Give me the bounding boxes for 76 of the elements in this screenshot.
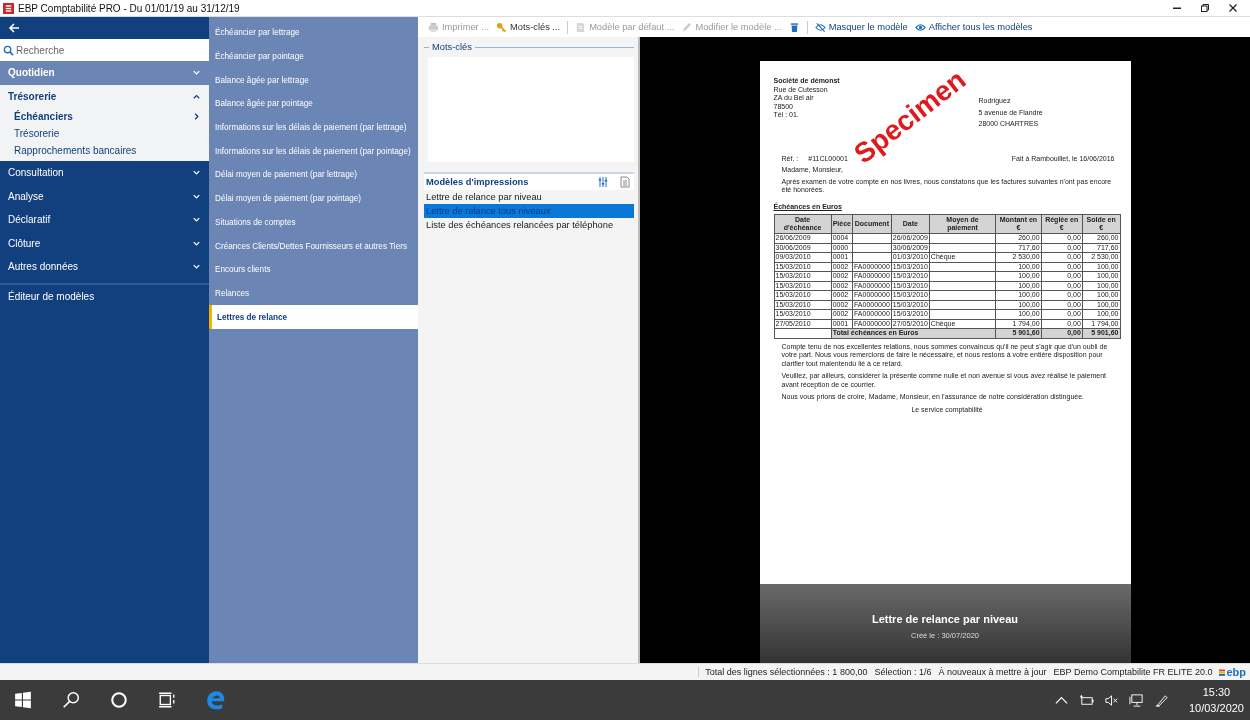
- network-icon[interactable]: [1128, 692, 1144, 708]
- clock-date[interactable]: 10/03/2020: [1188, 700, 1244, 716]
- clock-time[interactable]: 15:30: [1202, 684, 1231, 700]
- task-view-icon[interactable]: [158, 691, 176, 709]
- search-icon: [3, 44, 14, 56]
- sidebar-section[interactable]: Analyse: [0, 184, 209, 208]
- submenu-item[interactable]: Balance âgée par lettrage: [209, 68, 418, 93]
- chevron-icon: [192, 215, 201, 225]
- table-cell: [929, 271, 996, 281]
- submenu-item[interactable]: Créances Clients/Dettes Fournisseurs et autres Tiers: [209, 234, 418, 258]
- restore-icon[interactable]: [1200, 3, 1210, 13]
- pen-icon[interactable]: [1153, 692, 1169, 708]
- table-cell: [929, 243, 996, 253]
- status-text: À nouveaux à mettre à jour: [938, 667, 1047, 677]
- battery-icon[interactable]: [1078, 692, 1094, 708]
- windows-icon[interactable]: [14, 691, 32, 709]
- submenu-item[interactable]: Échéancier par pointage: [209, 44, 418, 69]
- sidebar-section[interactable]: Quotidien: [0, 61, 209, 85]
- toolbar-button[interactable]: Afficher tous les modèles: [912, 21, 1035, 33]
- chevron-icon: [192, 168, 201, 178]
- circle-icon[interactable]: [110, 691, 128, 709]
- close-icon[interactable]: [1228, 3, 1238, 13]
- search-icon[interactable]: [62, 691, 80, 709]
- window-title: EBP Comptabilité PRO - Du 01/01/19 au 31/12/19: [18, 2, 240, 14]
- submenu-item[interactable]: Délai moyen de paiement (par lettrage): [209, 163, 418, 187]
- ebp-logo: ebp: [1219, 666, 1246, 678]
- table-cell: [929, 233, 996, 243]
- status-text: EBP Demo Comptabilite FR ELITE 20.0: [1053, 667, 1213, 677]
- search-input[interactable]: Recherche: [14, 44, 198, 56]
- toolbar-button[interactable]: Mots-clés ...: [494, 21, 563, 33]
- table-cell: [852, 233, 892, 243]
- sidebar-section[interactable]: Trésorerie: [0, 84, 209, 108]
- back-arrow-icon[interactable]: [8, 22, 20, 34]
- sidebar-item[interactable]: Trésorerie: [0, 125, 209, 142]
- model-list-item[interactable]: Lettre de relance par niveau: [424, 190, 634, 204]
- table-cell: [852, 243, 892, 253]
- sidebar-section[interactable]: Consultation: [0, 161, 209, 185]
- trash-icon: [788, 21, 800, 33]
- sidebar-section[interactable]: Autres données: [0, 255, 209, 279]
- toolbar-button[interactable]: Masquer le modèle: [812, 21, 910, 33]
- panel-title: Modèles d'impressions: [426, 177, 530, 187]
- key-icon: [496, 21, 507, 33]
- model-list-item[interactable]: Liste des échéances relancées par téléphone: [424, 218, 634, 232]
- table-cell: [929, 300, 996, 310]
- sidebar-section[interactable]: Clôture: [0, 231, 209, 255]
- eye-slash-icon: [814, 21, 826, 33]
- submenu-item[interactable]: Relances: [209, 281, 418, 306]
- status-text: Sélection : 1/6: [874, 667, 932, 677]
- submenu-item[interactable]: Informations sur les délais de paiement (par lettrage): [209, 115, 418, 140]
- pencil-icon: [681, 21, 693, 33]
- table-cell: [929, 281, 996, 291]
- submenu-item[interactable]: Encours clients: [209, 257, 418, 282]
- table-cell: [929, 262, 996, 272]
- speaker-muted-icon[interactable]: [1103, 692, 1119, 708]
- submenu-item[interactable]: Informations sur les délais de paiement (par pointage): [209, 139, 418, 164]
- submenu-item[interactable]: Lettres de relance: [209, 305, 418, 329]
- chevron-icon: [192, 262, 201, 272]
- status-text: Total des lignes sélectionnées : 1 800,00: [698, 667, 868, 677]
- chevron-icon: [192, 68, 201, 78]
- table-cell: [929, 309, 996, 319]
- eye-icon: [914, 21, 926, 33]
- sidebar-section[interactable]: Déclaratif: [0, 208, 209, 232]
- sidebar-item[interactable]: Échéanciers: [0, 108, 209, 125]
- submenu-item[interactable]: Situations de comptes: [209, 210, 418, 235]
- browser-icon[interactable]: [206, 690, 226, 710]
- table-cell: [852, 252, 892, 262]
- group-title: Mots-clés: [432, 42, 472, 52]
- model-title: Lettre de relance par niveau: [871, 613, 1019, 626]
- table-cell: [929, 290, 996, 300]
- sidebar-item[interactable]: Rapprochements bancaires: [0, 142, 209, 159]
- document-icon: [575, 21, 587, 33]
- printer-icon: [428, 21, 439, 33]
- submenu-item[interactable]: Échéancier par lettrage: [209, 21, 418, 45]
- submenu-item[interactable]: Délai moyen de paiement (par pointage): [209, 186, 418, 211]
- submenu-item[interactable]: Balance âgée par pointage: [209, 92, 418, 116]
- search-field[interactable]: Recherche: [0, 39, 209, 61]
